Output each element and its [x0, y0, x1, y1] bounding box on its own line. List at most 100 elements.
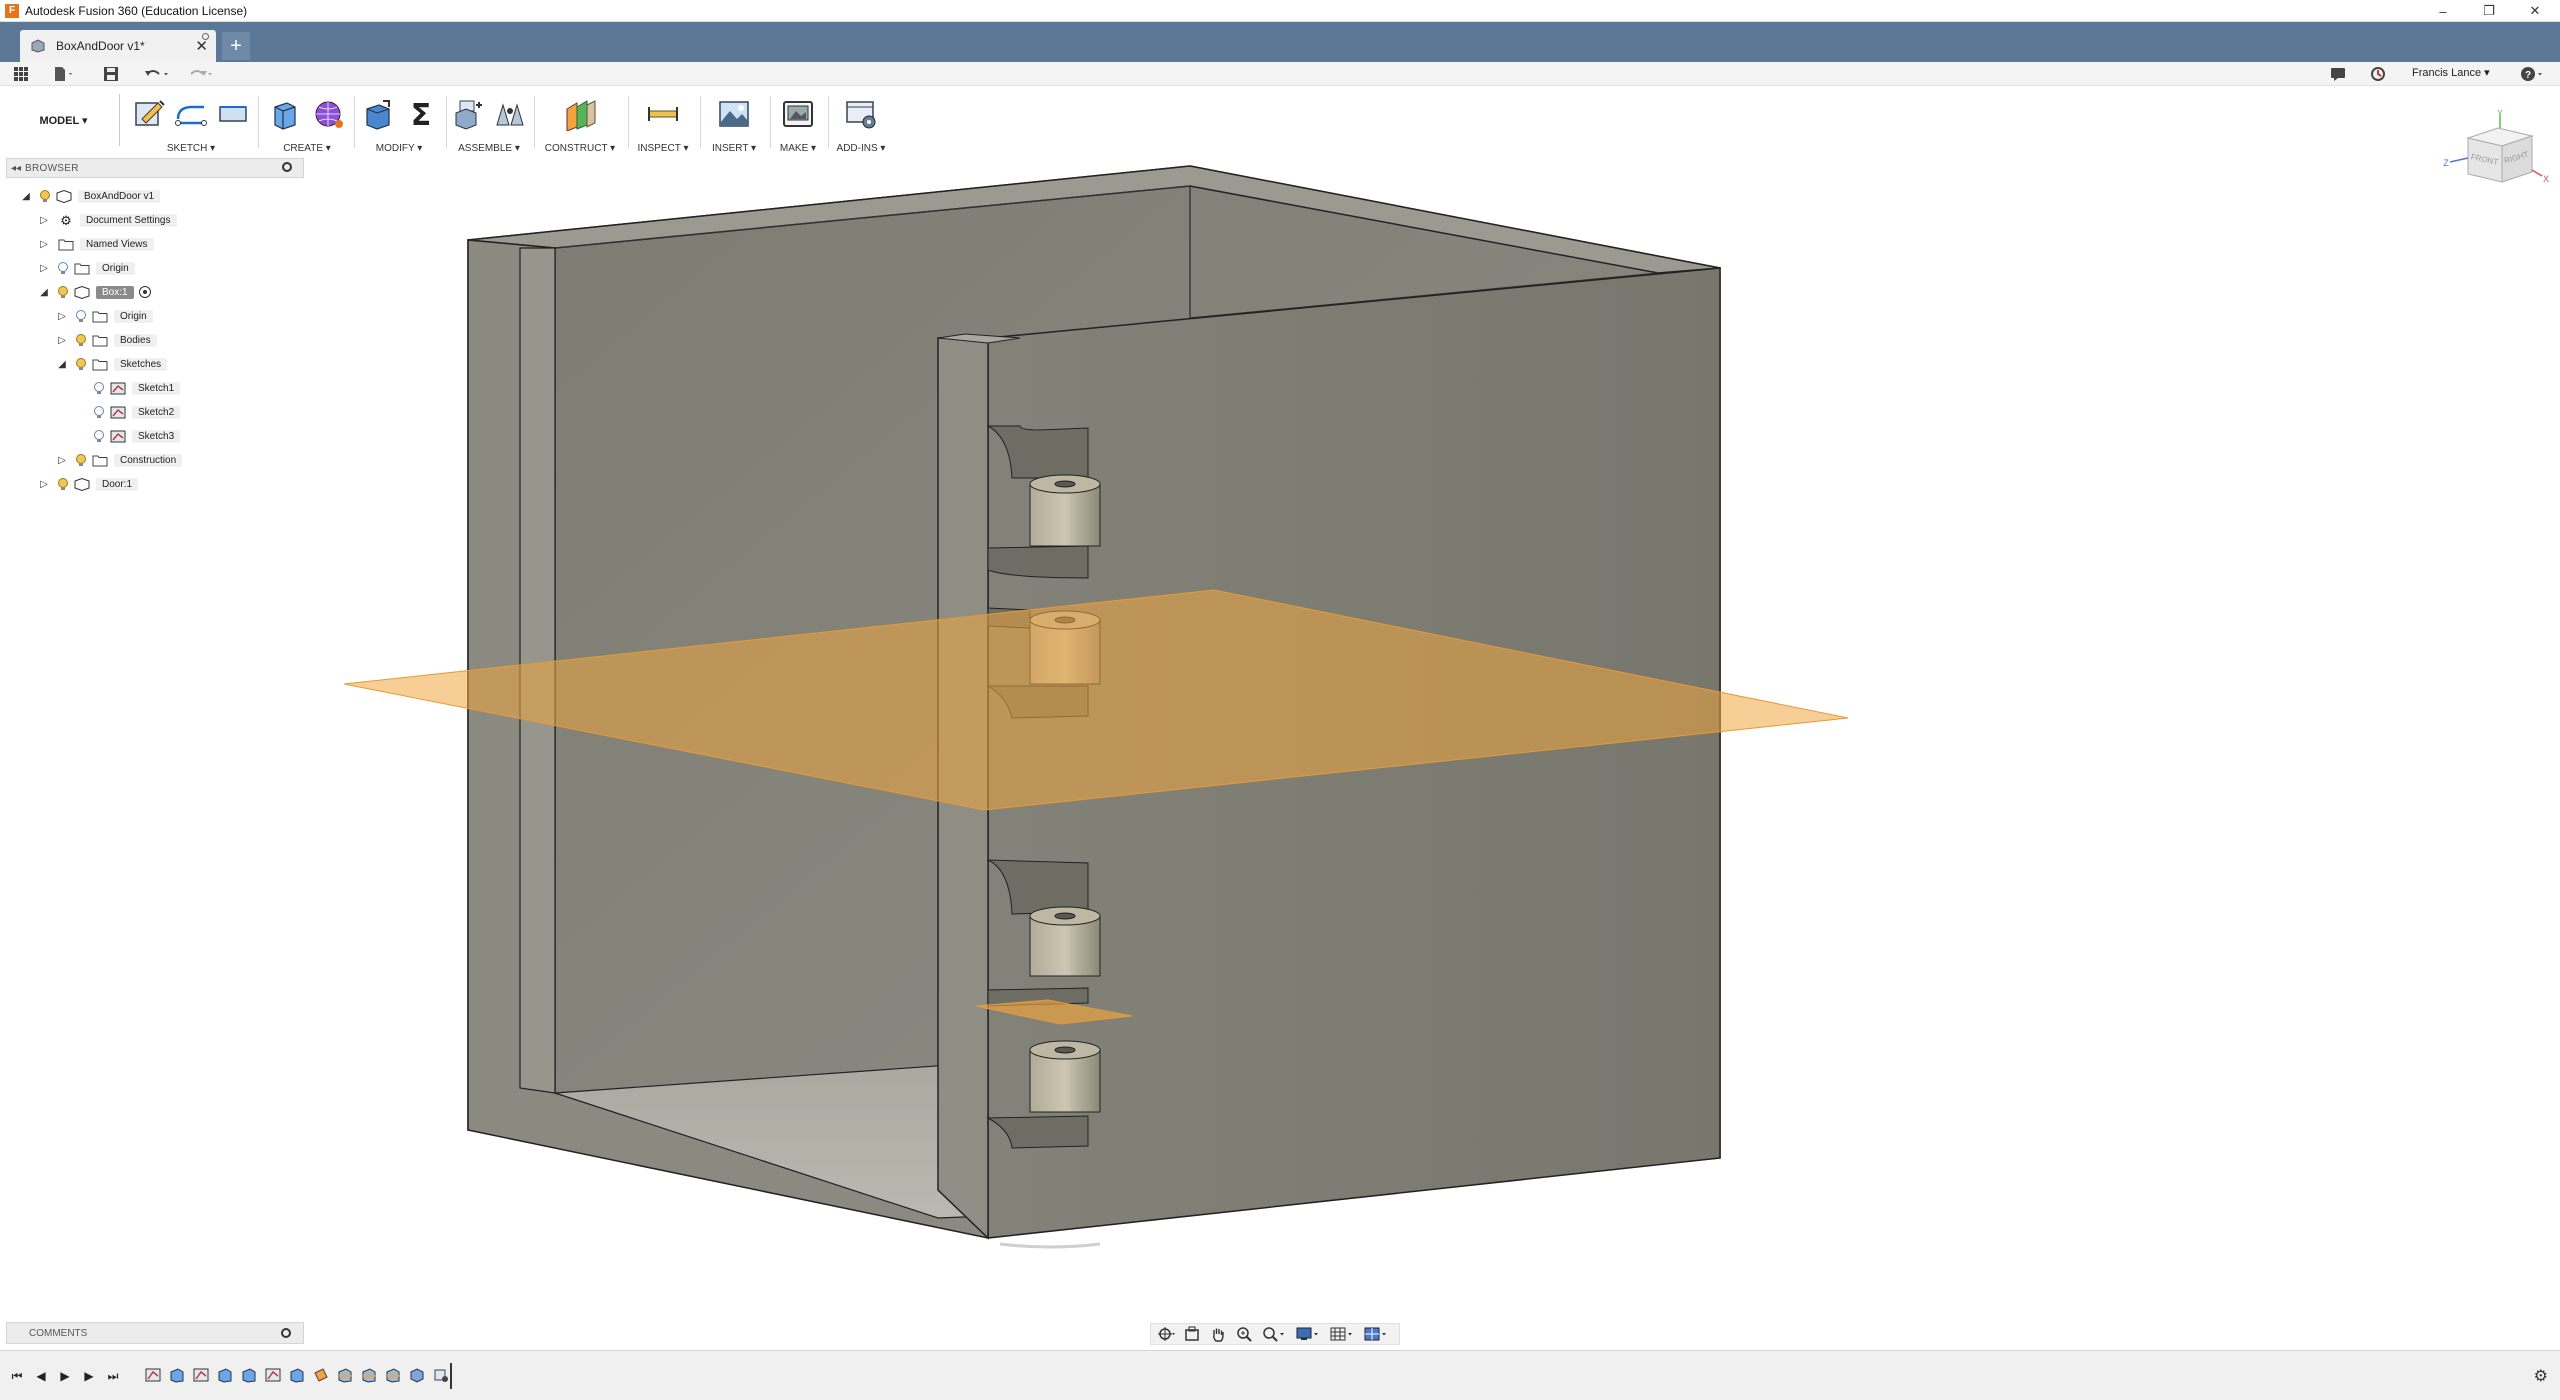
offset-plane-icon[interactable]: [561, 95, 599, 133]
timeline-sketch-feature[interactable]: [144, 1365, 162, 1385]
measure-icon[interactable]: [644, 95, 682, 133]
tree-node-sketch2[interactable]: Sketch2: [86, 402, 181, 422]
tree-node-origin[interactable]: ▷ Origin: [38, 258, 135, 278]
visibility-bulb-icon[interactable]: [74, 357, 88, 371]
visibility-bulb-icon[interactable]: [38, 189, 52, 203]
timeline-split-feature[interactable]: [336, 1365, 354, 1385]
form-sphere-icon[interactable]: [309, 95, 347, 133]
grid-snaps-icon[interactable]: [1329, 1326, 1355, 1342]
zoom-icon[interactable]: [1235, 1326, 1253, 1342]
collapsed-triangle-icon[interactable]: ▷: [38, 215, 50, 226]
save-icon[interactable]: [100, 64, 122, 84]
canvas-viewport[interactable]: [0, 158, 2560, 1338]
minimize-button[interactable]: –: [2420, 0, 2466, 22]
expanded-triangle-icon[interactable]: ◢: [38, 287, 50, 298]
create-sketch-icon[interactable]: [131, 95, 167, 133]
visibility-bulb-off-icon[interactable]: [92, 381, 106, 395]
collapsed-triangle-icon[interactable]: ▷: [38, 263, 50, 274]
close-tab-button[interactable]: ✕: [195, 37, 208, 55]
restore-button[interactable]: ❐: [2466, 0, 2512, 22]
step-forward-icon[interactable]: ▶: [80, 1367, 98, 1385]
collapsed-triangle-icon[interactable]: ▷: [38, 239, 50, 250]
timeline-sketch-feature[interactable]: [192, 1365, 210, 1385]
visibility-bulb-icon[interactable]: [74, 453, 88, 467]
tree-node-box[interactable]: ◢ Box:1: [38, 282, 151, 302]
timeline-plane-feature[interactable]: [312, 1365, 330, 1385]
user-account-menu[interactable]: Francis Lance ▾: [2412, 66, 2490, 79]
tree-node-sketches[interactable]: ◢ Sketches: [56, 354, 168, 374]
help-menu-icon[interactable]: ?: [2518, 64, 2548, 84]
sketch-menu[interactable]: SKETCH ▾: [128, 143, 254, 154]
collapsed-triangle-icon[interactable]: ▷: [56, 455, 68, 466]
data-panel-grid-icon[interactable]: [10, 64, 32, 84]
display-settings-icon[interactable]: [1295, 1326, 1321, 1342]
timeline-marker[interactable]: [450, 1363, 452, 1389]
timeline-joint-feature[interactable]: [432, 1365, 450, 1385]
timeline-extrude-feature[interactable]: [168, 1365, 186, 1385]
tree-node-document-settings[interactable]: ▷ ⚙ Document Settings: [38, 210, 177, 230]
3d-print-icon[interactable]: [779, 95, 817, 133]
parameters-sigma-icon[interactable]: Σ: [402, 95, 439, 133]
visibility-bulb-off-icon[interactable]: [92, 429, 106, 443]
tree-node-named-views[interactable]: ▷ Named Views: [38, 234, 154, 254]
timeline-component-feature[interactable]: [408, 1365, 426, 1385]
addins-menu[interactable]: ADD-INS ▾: [830, 143, 892, 154]
visibility-bulb-off-icon[interactable]: [92, 405, 106, 419]
expanded-triangle-icon[interactable]: ◢: [56, 359, 68, 370]
timeline-settings-gear-icon[interactable]: ⚙: [2534, 1366, 2548, 1386]
project-include-icon[interactable]: [215, 95, 251, 133]
timeline-extrude-feature[interactable]: [240, 1365, 258, 1385]
job-status-icon[interactable]: [2326, 64, 2350, 84]
step-back-icon[interactable]: ◀: [32, 1367, 50, 1385]
visibility-bulb-icon[interactable]: [56, 285, 70, 299]
modify-menu[interactable]: MODIFY ▾: [356, 143, 442, 154]
visibility-bulb-icon[interactable]: [74, 333, 88, 347]
tree-node-sketch1[interactable]: Sketch1: [86, 378, 181, 398]
go-to-end-icon[interactable]: ⏭: [104, 1367, 122, 1385]
workspace-switcher[interactable]: MODEL ▾: [8, 94, 120, 146]
insert-image-icon[interactable]: [715, 95, 753, 133]
file-menu-icon[interactable]: [50, 64, 78, 84]
inspect-menu[interactable]: INSPECT ▾: [630, 143, 696, 154]
press-pull-icon[interactable]: [359, 95, 396, 133]
insert-menu[interactable]: INSERT ▾: [702, 143, 766, 154]
model-canvas[interactable]: [0, 158, 2560, 1338]
collapse-browser-icon[interactable]: ◂◂: [7, 163, 25, 174]
assemble-menu[interactable]: ASSEMBLE ▾: [448, 143, 530, 154]
construct-menu[interactable]: CONSTRUCT ▾: [536, 143, 624, 154]
timeline-split-feature[interactable]: [384, 1365, 402, 1385]
tree-node-door[interactable]: ▷ Door:1: [38, 474, 139, 494]
play-icon[interactable]: ▶: [56, 1367, 74, 1385]
visibility-bulb-icon[interactable]: [56, 477, 70, 491]
new-component-icon[interactable]: [451, 95, 486, 133]
make-menu[interactable]: MAKE ▾: [772, 143, 824, 154]
tree-node-sketch3[interactable]: Sketch3: [86, 426, 181, 446]
joint-icon[interactable]: [492, 95, 527, 133]
viewports-icon[interactable]: [1363, 1326, 1389, 1342]
view-cube[interactable]: FRONT RIGHT Y Z X: [2440, 108, 2550, 200]
browser-header[interactable]: ◂◂ BROWSER: [6, 158, 304, 178]
look-at-icon[interactable]: [1183, 1326, 1201, 1342]
extrude-icon[interactable]: [265, 95, 303, 133]
close-window-button[interactable]: ✕: [2512, 0, 2558, 22]
orbit-icon[interactable]: [1157, 1326, 1175, 1342]
pin-icon[interactable]: [281, 1328, 291, 1338]
undo-icon[interactable]: [140, 64, 174, 84]
timeline-extrude-feature[interactable]: [288, 1365, 306, 1385]
timeline-extrude-feature[interactable]: [216, 1365, 234, 1385]
scripts-addins-icon[interactable]: [842, 95, 880, 133]
tree-node-bodies[interactable]: ▷ Bodies: [56, 330, 157, 350]
line-tool-icon[interactable]: [173, 95, 209, 133]
collapsed-triangle-icon[interactable]: ▷: [38, 479, 50, 490]
fit-zoom-window-icon[interactable]: [1261, 1326, 1287, 1342]
expanded-triangle-icon[interactable]: ◢: [20, 191, 32, 202]
pan-hand-icon[interactable]: [1209, 1326, 1227, 1342]
tree-node-construction[interactable]: ▷ Construction: [56, 450, 183, 470]
visibility-bulb-off-icon[interactable]: [74, 309, 88, 323]
timeline-split-feature[interactable]: [360, 1365, 378, 1385]
visibility-bulb-off-icon[interactable]: [56, 261, 70, 275]
notifications-icon[interactable]: [2366, 64, 2390, 84]
collapsed-triangle-icon[interactable]: ▷: [56, 311, 68, 322]
collapsed-triangle-icon[interactable]: ▷: [56, 335, 68, 346]
create-menu[interactable]: CREATE ▾: [262, 143, 352, 154]
